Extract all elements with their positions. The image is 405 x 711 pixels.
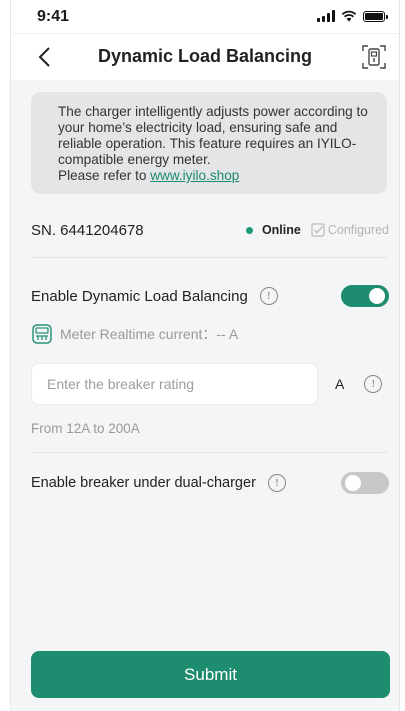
breaker-row: A ! <box>31 363 389 405</box>
info-refer-text: Please refer to <box>58 168 151 183</box>
submit-button[interactable]: Submit <box>31 651 390 698</box>
device-scan-button[interactable] <box>359 42 389 72</box>
device-scan-icon <box>362 45 386 69</box>
wifi-icon <box>341 10 357 22</box>
configured-label: Configured <box>327 223 389 237</box>
status-time: 9:41 <box>37 8 70 25</box>
divider <box>31 257 387 258</box>
info-icon[interactable]: ! <box>259 287 278 305</box>
meter-current: Meter Realtime current：-- A <box>60 326 239 342</box>
info-icon[interactable]: ! <box>364 375 383 393</box>
dual-charger-toggle[interactable] <box>341 472 389 494</box>
device-row: SN. 6441204678 Online Configured <box>31 220 389 240</box>
dlb-label: Enable Dynamic Load Balancing <box>31 287 248 305</box>
serial-number: SN. 6441204678 <box>31 221 144 239</box>
status-icons <box>317 10 388 22</box>
info-text: The charger intelligently adjusts power … <box>58 104 368 167</box>
shop-link[interactable]: www.iyilo.shop <box>150 168 239 183</box>
breaker-unit: A <box>335 376 345 392</box>
online-status: Online <box>245 223 301 237</box>
signal-icon <box>317 10 335 22</box>
phone-screen: 9:41 Dynamic Load Balancing The charger … <box>10 0 400 711</box>
meter-icon <box>32 324 52 344</box>
checkbox-checked-icon <box>311 223 325 237</box>
breaker-rating-input[interactable] <box>31 363 318 405</box>
content: The charger intelligently adjusts power … <box>11 80 399 496</box>
nav-bar: Dynamic Load Balancing <box>11 34 399 80</box>
dual-charger-row: Enable breaker under dual-charger ! <box>31 470 389 496</box>
configured-status: Configured <box>311 223 389 237</box>
online-dot-icon <box>245 226 253 234</box>
online-label: Online <box>261 223 301 237</box>
battery-icon <box>363 10 388 22</box>
page-title: Dynamic Load Balancing <box>97 46 313 66</box>
status-bar: 9:41 <box>11 0 399 34</box>
info-icon[interactable]: ! <box>267 474 286 492</box>
breaker-range: From 12A to 200A <box>31 421 140 436</box>
info-box: The charger intelligently adjusts power … <box>31 92 387 194</box>
dlb-row: Enable Dynamic Load Balancing ! <box>31 283 389 309</box>
meter-row: Meter Realtime current：-- A <box>31 323 389 345</box>
divider <box>31 452 387 453</box>
dlb-toggle[interactable] <box>341 285 389 307</box>
dual-charger-label: Enable breaker under dual-charger <box>31 475 256 491</box>
